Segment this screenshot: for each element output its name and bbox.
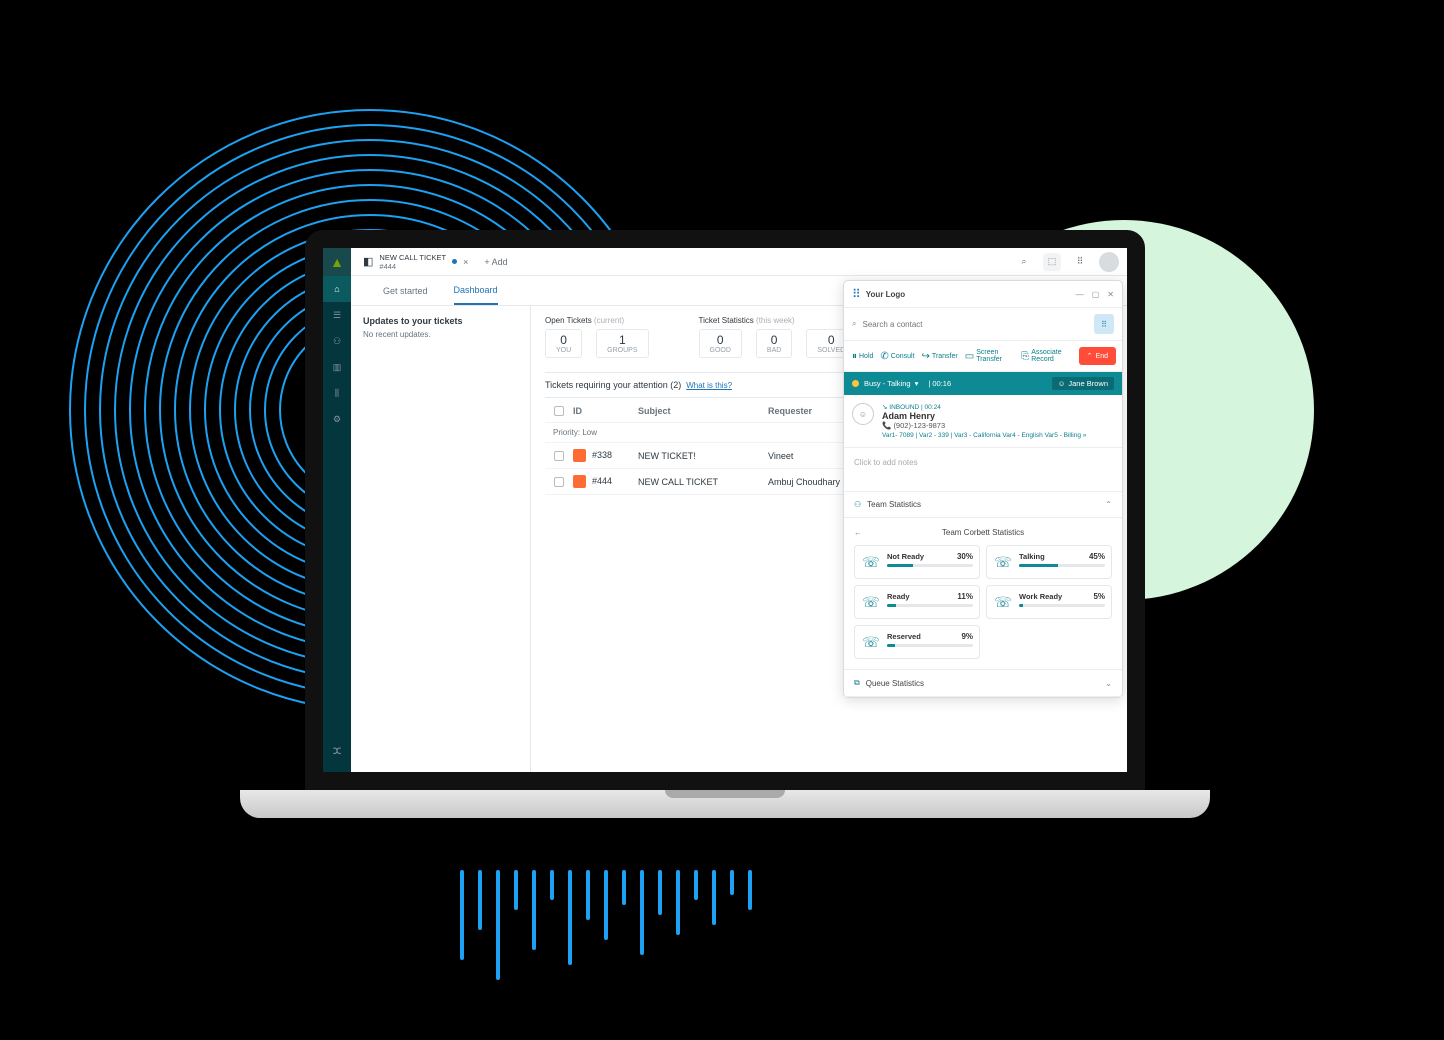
row-checkbox[interactable] [554, 451, 564, 461]
chevron-up-icon: ⌃ [1105, 500, 1112, 509]
cti-panel: ⠿ Your Logo — ▢ ✕ ⌕ ⠿ ⏸Hold ✆Consult ↪Tr… [843, 280, 1123, 698]
agent-icon: ☏ [861, 632, 881, 652]
ticket-stats-group: Ticket Statistics (this week) 0GOOD 0BAD… [699, 316, 857, 358]
apps-icon[interactable]: ⠿ [1071, 253, 1089, 271]
sidebar-home[interactable]: ⌂ [323, 276, 351, 302]
updates-empty: No recent updates. [363, 330, 518, 339]
contact-search-input[interactable] [862, 320, 1088, 329]
chevron-down-icon: ⌄ [1105, 679, 1112, 688]
tab-get-started[interactable]: Get started [383, 286, 428, 296]
panel-logo-text: Your Logo [866, 290, 905, 299]
what-is-this-link[interactable]: What is this? [686, 381, 732, 390]
hold-button[interactable]: ⏸Hold [850, 347, 875, 365]
team-card-talking: ☏Talking45% [986, 545, 1112, 579]
team-stats-toggle[interactable]: ⚇ Team Statistics ⌃ [844, 492, 1122, 518]
end-call-button[interactable]: ⌃End [1079, 347, 1116, 365]
stat-bad[interactable]: 0BAD [756, 329, 792, 358]
ticket-title: NEW CALL TICKET [379, 253, 446, 262]
team-card-reserved: ☏Reserved9% [854, 625, 980, 659]
popout-icon[interactable]: ▢ [1092, 290, 1100, 299]
row-checkbox[interactable] [554, 477, 564, 487]
select-all-checkbox[interactable] [554, 406, 564, 416]
close-icon[interactable]: × [463, 257, 468, 267]
queue-icon: ⧉ [854, 678, 860, 688]
screen-transfer-button[interactable]: ▭Screen Transfer [963, 347, 1017, 365]
agent-icon: ☏ [993, 552, 1013, 572]
tab-dashboard[interactable]: Dashboard [454, 285, 498, 305]
search-icon: ⌕ [852, 319, 856, 329]
queue-stats-toggle[interactable]: ⧉ Queue Statistics ⌄ [844, 670, 1122, 697]
sidebar-views[interactable]: ☰ [323, 302, 351, 328]
associate-record-button[interactable]: ⎘Associate Record [1019, 347, 1075, 365]
panel-logo-icon: ⠿ [852, 287, 861, 301]
open-tickets-group: Open Tickets (current) 0YOU 1GROUPS [545, 316, 649, 358]
team-card-work-ready: ☏Work Ready5% [986, 585, 1112, 619]
sidebar-reports[interactable]: ⫼ [323, 380, 351, 406]
call-status-bar: Busy - Talking ▾ | 00:16 ☺Jane Brown [844, 372, 1122, 395]
consult-button[interactable]: ✆Consult [878, 347, 916, 365]
stat-you[interactable]: 0YOU [545, 329, 582, 358]
avatar[interactable] [1099, 252, 1119, 272]
team-card-not-ready: ☏Not Ready30% [854, 545, 980, 579]
back-icon[interactable]: ← [854, 528, 862, 537]
agent-icon: ☏ [861, 592, 881, 612]
ticket-id: #444 [379, 262, 446, 271]
package-icon[interactable]: ⬚ [1043, 253, 1061, 271]
chevron-down-icon[interactable]: ▾ [915, 379, 919, 388]
ticket-type-icon [573, 475, 586, 488]
status-dot [452, 259, 457, 264]
team-stats-body: ← Team Corbett Statistics ☏Not Ready30% … [844, 518, 1122, 670]
stat-good[interactable]: 0GOOD [699, 329, 742, 358]
transfer-button[interactable]: ↪Transfer [920, 347, 960, 365]
close-icon[interactable]: ✕ [1107, 290, 1114, 299]
updates-column: Updates to your tickets No recent update… [351, 306, 531, 772]
agent-icon: ☏ [993, 592, 1013, 612]
caller-card: ☺ ↘ INBOUND | 00:24 Adam Henry 📞 (902)-1… [844, 395, 1122, 448]
user-icon: ☺ [1058, 379, 1066, 388]
top-bar: ▲ ◧ NEW CALL TICKET #444 × + Add ⌕ ⬚ ⠿ [323, 248, 1127, 276]
minimize-icon[interactable]: — [1076, 290, 1084, 299]
agent-badge[interactable]: ☺Jane Brown [1052, 377, 1114, 390]
dialpad-button[interactable]: ⠿ [1094, 314, 1114, 334]
sidebar-admin[interactable]: ⚙ [323, 406, 351, 432]
ticket-type-icon [573, 449, 586, 462]
ticket-tab[interactable]: ◧ NEW CALL TICKET #444 × [363, 253, 468, 271]
status-indicator [852, 380, 859, 387]
notes-input[interactable]: Click to add notes [844, 448, 1122, 492]
team-card-ready: ☏Ready11% [854, 585, 980, 619]
sidebar-zendesk-icon[interactable]: ⵋ [323, 738, 351, 764]
caller-avatar: ☺ [852, 403, 874, 425]
sidebar-customers[interactable]: ⚇ [323, 328, 351, 354]
sidebar: ⌂ ☰ ⚇ ▥ ⫼ ⚙ ⵋ [323, 276, 351, 772]
brand-logo[interactable]: ▲ [323, 248, 351, 276]
search-icon[interactable]: ⌕ [1015, 253, 1033, 271]
sidebar-org[interactable]: ▥ [323, 354, 351, 380]
add-button[interactable]: + Add [484, 257, 507, 267]
decor-bars [460, 870, 752, 980]
team-icon: ⚇ [854, 500, 861, 509]
updates-title: Updates to your tickets [363, 316, 518, 326]
agent-icon: ☏ [861, 552, 881, 572]
stat-groups[interactable]: 1GROUPS [596, 329, 648, 358]
